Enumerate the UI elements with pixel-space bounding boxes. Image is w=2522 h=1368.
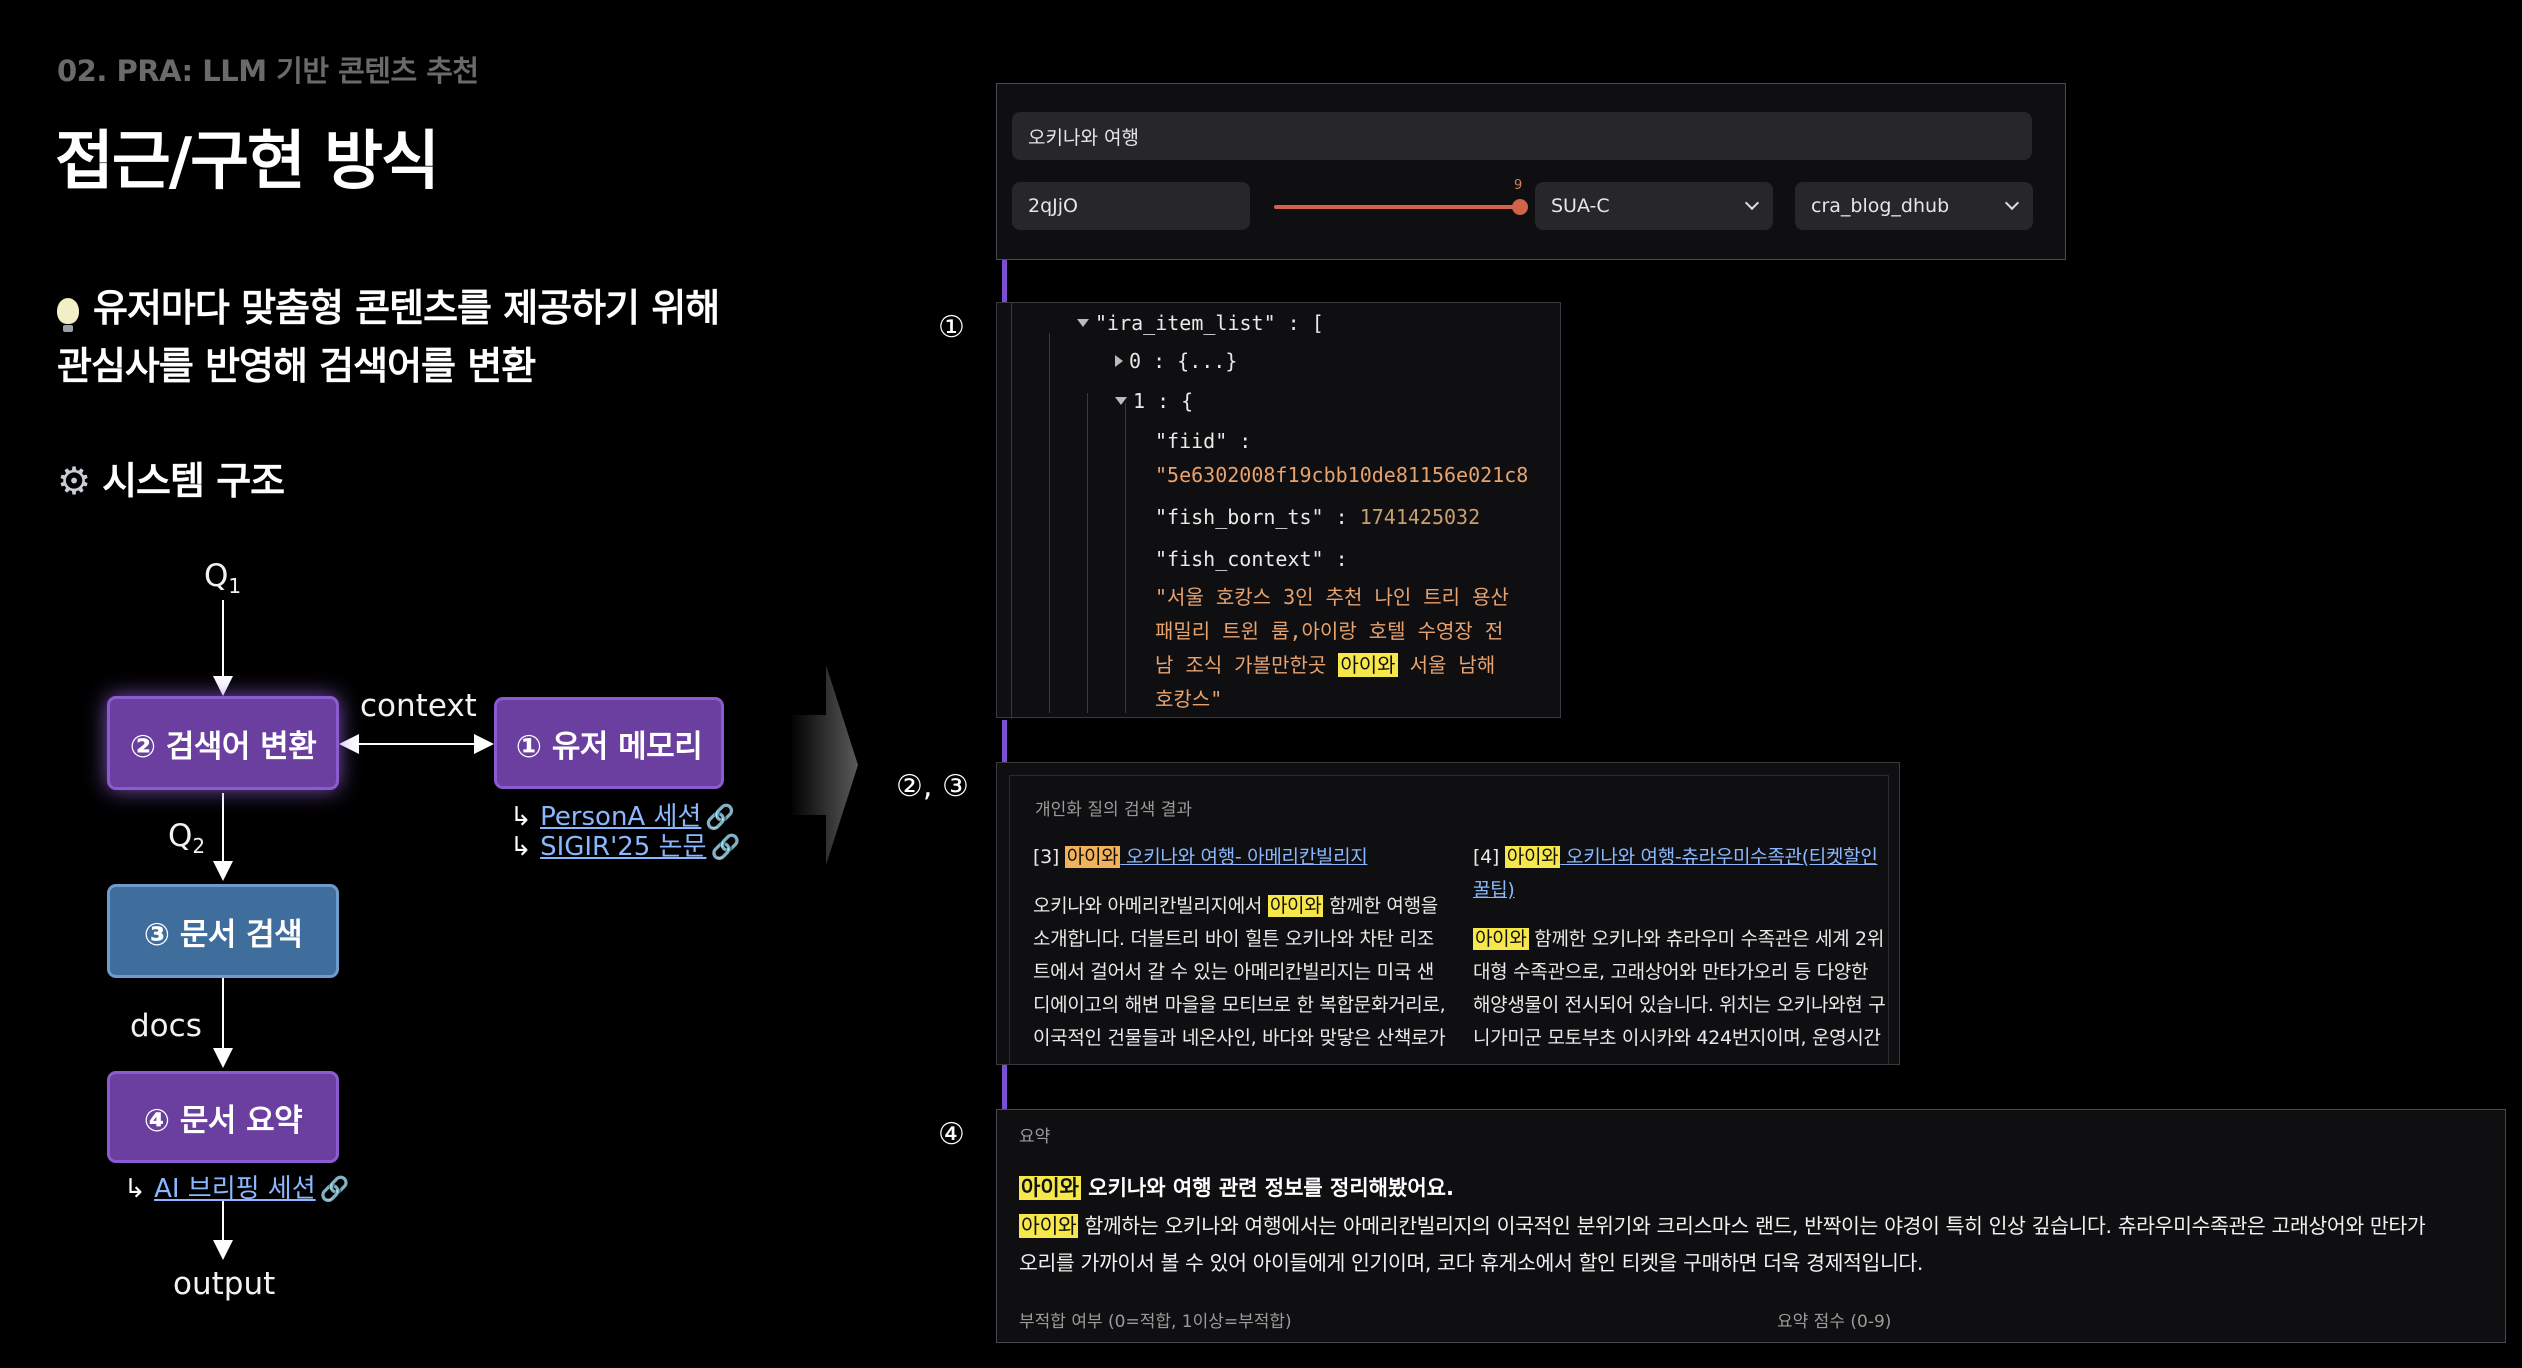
search-results-panel: 개인화 질의 검색 결과 [3] 아이와 오키나와 여행- 아메리칸빌리지 오키… bbox=[996, 762, 1900, 1065]
highlight: 아이와 bbox=[1019, 1214, 1079, 1238]
chevron-down-icon bbox=[2004, 195, 2020, 211]
marker-4: ④ bbox=[938, 1117, 965, 1152]
highlight: 아이와 bbox=[1504, 846, 1561, 868]
connector-bar bbox=[1002, 260, 1007, 302]
briefing-link-row: ↳ AI 브리핑 세션 🔗 bbox=[124, 1174, 350, 1204]
results-label: 개인화 질의 검색 결과 bbox=[1035, 800, 1192, 820]
query-transform-node: ② 검색어 변환 bbox=[107, 696, 339, 790]
marker-2-3: ②, ③ bbox=[896, 769, 969, 804]
json-context-line2: 패밀리 트윈 룸,아이랑 호텔 수영장 전 bbox=[1155, 619, 1504, 643]
json-viewer: "ira_item_list" : [ 0 : {...} 1 : { "fii… bbox=[996, 302, 1561, 719]
document-summary-node: ④ 문서 요약 bbox=[107, 1071, 339, 1163]
summary-panel: 요약 아이와 오키나와 여행 관련 정보를 정리해봤어요. 아이와 함께하는 오… bbox=[996, 1109, 2506, 1343]
connector-bar bbox=[1002, 720, 1007, 762]
db-select[interactable]: cra_blog_dhub bbox=[1795, 182, 2033, 230]
summary-headline: 아이와 오키나와 여행 관련 정보를 정리해봤어요. bbox=[1019, 1176, 1454, 1200]
json-list-row[interactable]: "ira_item_list" : [ bbox=[1077, 311, 1324, 335]
db-select-value: cra_blog_dhub bbox=[1811, 195, 1950, 217]
highlight: 아이와 bbox=[1473, 928, 1529, 950]
ai-briefing-link[interactable]: AI 브리핑 세션 bbox=[154, 1174, 316, 1204]
result-card-3: [3] 아이와 오키나와 여행- 아메리칸빌리지 오키나와 아메리칸빌리지에서 … bbox=[1033, 841, 1463, 1055]
json-item0-row[interactable]: 0 : {...} bbox=[1115, 349, 1237, 373]
link-icon: 🔗 bbox=[319, 1175, 350, 1203]
q2-label: Q2 bbox=[168, 818, 206, 859]
search-form-panel: 오키나와 여행 2qJjO 9 SUA-C cra_blog_dhub bbox=[996, 83, 2066, 260]
collapse-icon[interactable] bbox=[1115, 397, 1127, 405]
connector-bar bbox=[1002, 1065, 1007, 1109]
highlight: 아이와 bbox=[1267, 895, 1324, 917]
slider-thumb[interactable] bbox=[1512, 199, 1528, 215]
result-card-4: [4] 아이와 오키나와 여행-츄라우미수족관(티켓할인 꿀팁) 아이와 함께한… bbox=[1473, 841, 1893, 1055]
expand-icon[interactable] bbox=[1115, 355, 1123, 367]
json-context-line3: 남 조식 가볼만한곳 아이와 서울 남해 bbox=[1155, 653, 1496, 677]
collapse-icon[interactable] bbox=[1077, 319, 1089, 327]
document-search-node: ③ 문서 검색 bbox=[107, 884, 339, 978]
json-born-row: "fish_born_ts" : 1741425032 bbox=[1155, 505, 1481, 529]
q1-label: Q1 bbox=[204, 558, 242, 599]
result-title-4-cont[interactable]: 꿀팁) bbox=[1473, 879, 1515, 901]
output-label: output bbox=[173, 1266, 276, 1302]
top-k-slider[interactable]: 9 bbox=[1274, 178, 1528, 234]
user-id-input[interactable]: 2qJjO bbox=[1012, 182, 1250, 230]
result-title-3[interactable]: [3] 아이와 오키나와 여행- 아메리칸빌리지 bbox=[1033, 841, 1463, 874]
json-fiid-key: "fiid" : bbox=[1155, 429, 1252, 453]
sigir-paper-link[interactable]: SIGIR'25 논문 bbox=[540, 832, 706, 862]
summary-body: 아이와 함께하는 오키나와 여행에서는 아메리칸빌리지의 이국적인 분위기와 크… bbox=[1019, 1214, 2426, 1275]
unsuitability-label: 부적합 여부 (0=적합, 1이상=부적합) bbox=[1019, 1312, 1292, 1332]
json-context-key: "fish_context" : bbox=[1155, 547, 1348, 571]
query-input[interactable]: 오키나와 여행 bbox=[1012, 112, 2032, 160]
summary-label: 요약 bbox=[1019, 1127, 1051, 1147]
json-context-line4: 호캉스" bbox=[1155, 687, 1223, 711]
slider-fill bbox=[1274, 205, 1522, 209]
model-select-value: SUA-C bbox=[1551, 195, 1610, 217]
summary-score-label: 요약 점수 (0-9) bbox=[1777, 1312, 1892, 1332]
json-context-line1: "서울 호캉스 3인 추천 나인 트리 용산 bbox=[1155, 585, 1509, 609]
highlight: 아이와 bbox=[1019, 1176, 1081, 1200]
user-memory-node: ① 유저 메모리 bbox=[494, 697, 724, 789]
result-title-4[interactable]: [4] 아이와 오키나와 여행-츄라우미수족관(티켓할인 bbox=[1473, 841, 1893, 874]
highlight: 아이와 bbox=[1338, 653, 1398, 677]
transition-arrow-icon bbox=[790, 665, 858, 865]
json-fiid-value: "5e6302008f19cbb10de81156e021c8 bbox=[1155, 463, 1529, 487]
slider-value: 9 bbox=[1514, 178, 1523, 193]
sigir-link-row: ↳ SIGIR'25 논문 🔗 bbox=[510, 832, 741, 862]
docs-label: docs bbox=[130, 1008, 202, 1044]
model-select[interactable]: SUA-C bbox=[1535, 182, 1773, 230]
link-icon: 🔗 bbox=[710, 833, 741, 861]
chevron-down-icon bbox=[1744, 195, 1760, 211]
context-label: context bbox=[360, 688, 477, 724]
marker-1: ① bbox=[938, 310, 965, 345]
json-item1-row[interactable]: 1 : { bbox=[1115, 389, 1193, 413]
highlight: 아이와 bbox=[1064, 846, 1121, 868]
